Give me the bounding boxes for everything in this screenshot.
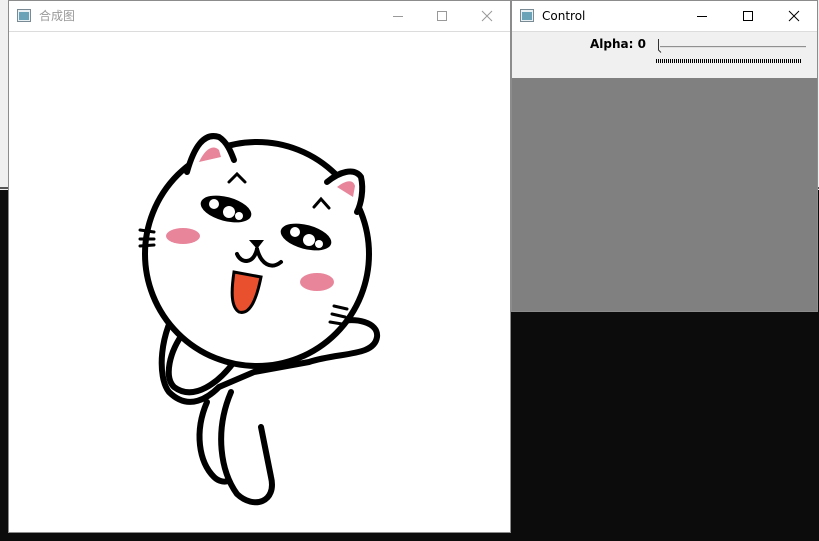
maximize-button[interactable] <box>419 1 465 31</box>
close-icon <box>481 10 493 22</box>
maximize-icon <box>743 11 753 21</box>
slider-ticks <box>656 59 802 63</box>
image-window-titlebar[interactable]: 合成图 <box>9 1 510 31</box>
trackbar-panel: Alpha: 0 <box>512 31 817 78</box>
control-window-titlebar[interactable]: Control <box>512 1 817 31</box>
control-display-area <box>512 78 817 311</box>
close-button[interactable] <box>771 1 817 31</box>
control-window: Control Alpha: 0 <box>511 0 818 312</box>
cartoon-cat-image <box>138 133 380 506</box>
minimize-button[interactable] <box>679 1 725 31</box>
maximize-icon <box>437 11 447 21</box>
alpha-slider[interactable] <box>660 46 806 48</box>
close-icon <box>788 10 800 22</box>
minimize-icon <box>393 16 403 17</box>
window-title: 合成图 <box>39 9 76 23</box>
app-icon <box>17 9 31 22</box>
close-button[interactable] <box>464 1 510 31</box>
minimize-button[interactable] <box>375 1 421 31</box>
slider-thumb[interactable] <box>658 39 662 53</box>
image-window: 合成图 <box>8 0 511 533</box>
window-title: Control <box>542 9 586 23</box>
image-canvas[interactable] <box>9 31 510 532</box>
maximize-button[interactable] <box>725 1 771 31</box>
app-icon <box>520 9 534 22</box>
minimize-icon <box>697 16 707 17</box>
trackbar-label: Alpha: 0 <box>590 37 646 51</box>
